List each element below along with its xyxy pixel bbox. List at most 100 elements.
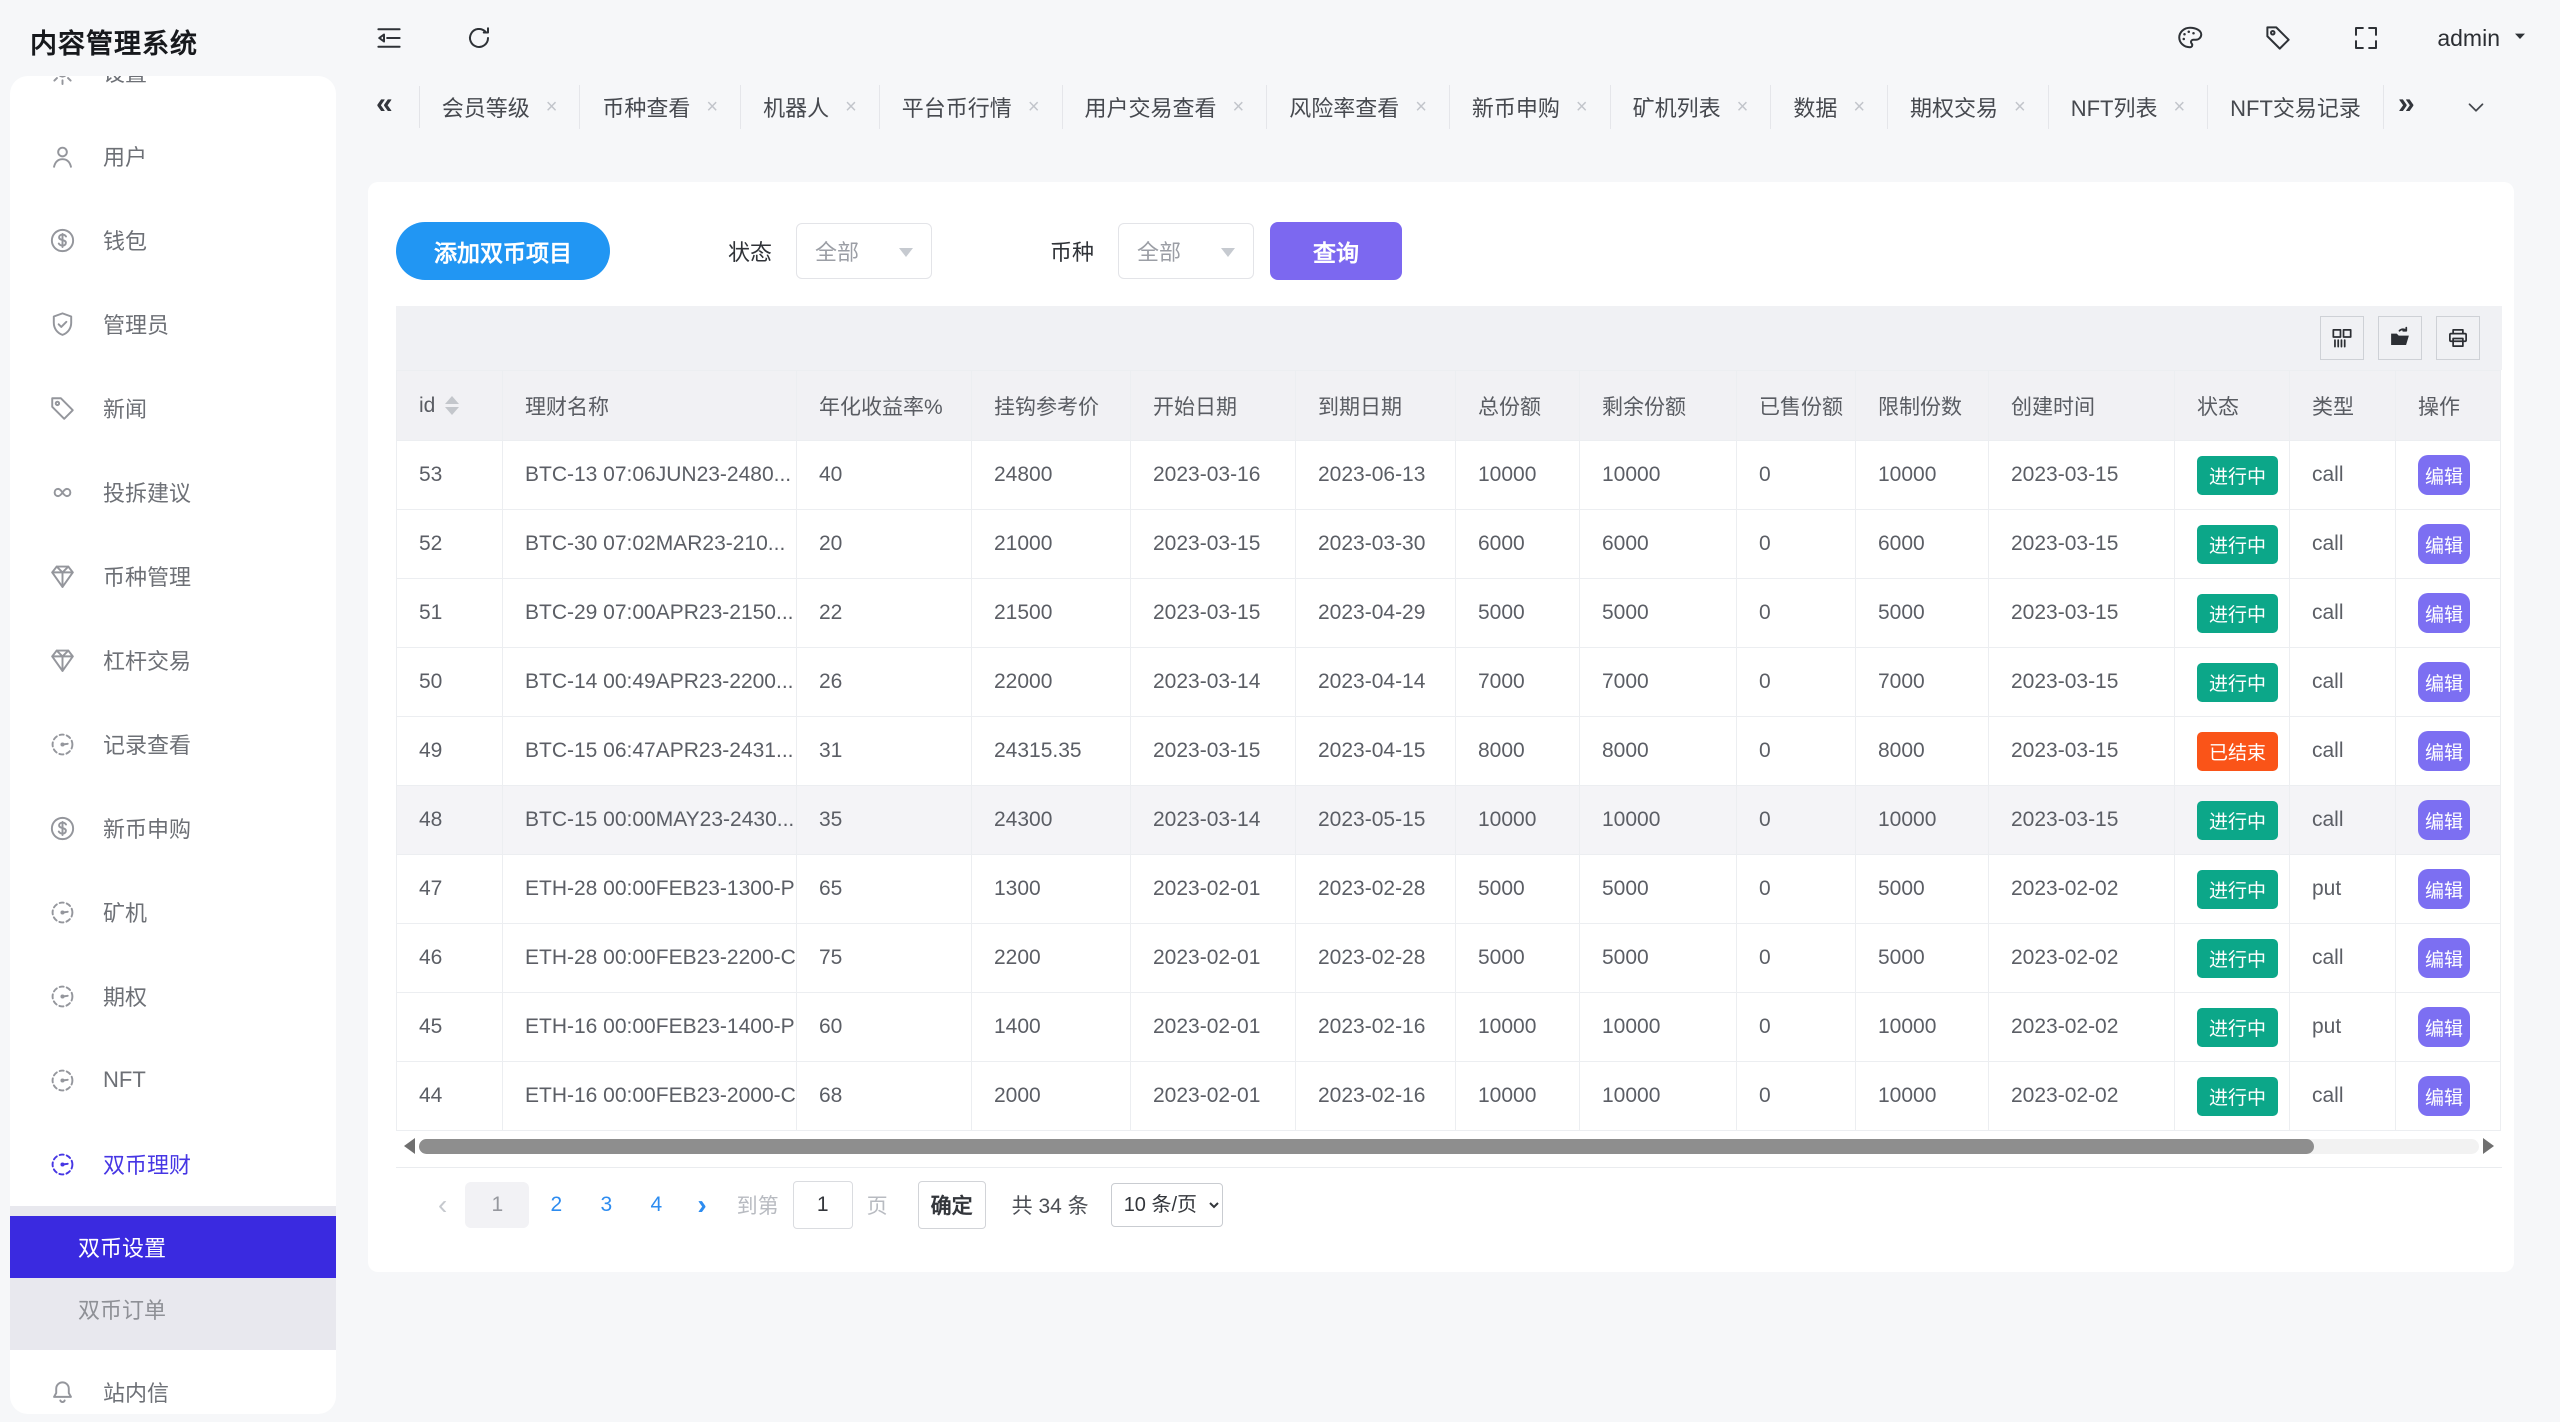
sidebar-item-suggestions[interactable]: 投拆建议 (10, 450, 336, 534)
tab-coin-view[interactable]: 币种查看× (580, 85, 741, 129)
per-page-select[interactable]: 10 条/页 (1111, 1183, 1223, 1227)
close-icon[interactable]: × (1853, 96, 1865, 119)
close-icon[interactable]: × (546, 96, 558, 119)
user-menu[interactable]: admin (2437, 25, 2530, 52)
page-number-4[interactable]: 4 (633, 1182, 679, 1228)
cell-price: 1300 (972, 855, 1131, 924)
edit-button[interactable]: 编辑 (2418, 662, 2470, 702)
sidebar-item-users[interactable]: 用户 (10, 114, 336, 198)
tab-data[interactable]: 数据 × (1771, 85, 1888, 129)
cell-start: 2023-03-15 (1131, 717, 1296, 786)
sidebar-item-new-coin[interactable]: 新币申购 (10, 786, 336, 870)
sidebar-item-label: 投拆建议 (103, 476, 191, 508)
close-icon[interactable]: × (1576, 96, 1588, 119)
sidebar-item-records[interactable]: 记录查看 (10, 702, 336, 786)
fullscreen-icon[interactable] (2349, 21, 2383, 55)
page-number-1[interactable]: 1 (465, 1182, 529, 1228)
cell-created: 2023-03-15 (1989, 648, 2175, 717)
edit-button[interactable]: 编辑 (2418, 869, 2470, 909)
sort-icon[interactable] (445, 396, 459, 415)
close-icon[interactable]: × (845, 96, 857, 119)
cell-start: 2023-03-14 (1131, 786, 1296, 855)
sidebar-item-margin-trade[interactable]: 杠杆交易 (10, 618, 336, 702)
sidebar-item-dual-currency[interactable]: 双币理财 (10, 1122, 336, 1206)
edit-button[interactable]: 编辑 (2418, 800, 2470, 840)
close-icon[interactable]: × (2173, 96, 2185, 119)
prev-page-icon[interactable]: ‹ (422, 1189, 463, 1221)
edit-button[interactable]: 编辑 (2418, 731, 2470, 771)
search-button[interactable]: 查询 (1270, 222, 1402, 280)
sidebar-item-wallet[interactable]: 钱包 (10, 198, 336, 282)
tab-robot[interactable]: 机器人× (741, 85, 880, 129)
cell-id: 49 (397, 717, 503, 786)
tab-nft-trade-records[interactable]: NFT交易记录 (2208, 85, 2384, 129)
tab-member-level[interactable]: 会员等级× (420, 85, 581, 129)
sidebar-item-site-mail[interactable]: 站内信 (10, 1350, 336, 1414)
edit-button[interactable]: 编辑 (2418, 1007, 2470, 1047)
sidebar-item-options[interactable]: 期权 (10, 954, 336, 1038)
collapse-sidebar-icon[interactable] (372, 21, 406, 55)
tab-risk-rate-view[interactable]: 风险率查看× (1267, 85, 1450, 129)
sidebar-item-settings[interactable]: 设置 (10, 76, 336, 114)
sidebar-item-admins[interactable]: 管理员 (10, 282, 336, 366)
sidebar-item-nft[interactable]: NFT (10, 1038, 336, 1122)
tabs-scroll-left-icon[interactable]: « (368, 86, 420, 128)
tab-nft-list[interactable]: NFT列表× (2049, 85, 2208, 129)
coin-select[interactable]: 全部 (1118, 223, 1254, 279)
app-title: 内容管理系统 (30, 22, 198, 61)
tab-miner-list[interactable]: 矿机列表× (1611, 85, 1772, 129)
edit-button[interactable]: 编辑 (2418, 938, 2470, 978)
theme-palette-icon[interactable] (2173, 21, 2207, 55)
scrollbar-thumb[interactable] (419, 1139, 2314, 1154)
sidebar-item-coin-manage[interactable]: 币种管理 (10, 534, 336, 618)
next-page-icon[interactable]: › (681, 1189, 722, 1221)
sidebar-subitem-dual-settings[interactable]: 双币设置 (10, 1216, 336, 1278)
page-input[interactable] (793, 1181, 853, 1229)
edit-button[interactable]: 编辑 (2418, 455, 2470, 495)
tabs-dropdown-icon[interactable] (2463, 94, 2489, 120)
cell-name: BTC-13 07:06JUN23-2480... (503, 441, 797, 510)
columns-config-icon[interactable] (2320, 316, 2364, 360)
edit-button[interactable]: 编辑 (2418, 1076, 2470, 1116)
sidebar-item-news[interactable]: 新闻 (10, 366, 336, 450)
tab-label: 数据 (1793, 91, 1837, 123)
refresh-icon[interactable] (462, 21, 496, 55)
close-icon[interactable]: × (1233, 96, 1245, 119)
cell-created: 2023-03-15 (1989, 441, 2175, 510)
cell-end: 2023-04-14 (1296, 648, 1456, 717)
table-row: 48BTC-15 00:00MAY23-2430...35243002023-0… (397, 786, 2501, 855)
cell-rate: 60 (797, 993, 972, 1062)
cell-limit: 10000 (1856, 441, 1989, 510)
scrollbar-track[interactable] (419, 1139, 2479, 1154)
cell-sold: 0 (1737, 855, 1856, 924)
close-icon[interactable]: × (1028, 96, 1040, 119)
add-dual-project-button[interactable]: 添加双币项目 (396, 222, 610, 280)
tab-label: 新币申购 (1472, 91, 1560, 123)
export-icon[interactable] (2378, 316, 2422, 360)
page-number-3[interactable]: 3 (583, 1182, 629, 1228)
confirm-page-button[interactable]: 确定 (918, 1181, 986, 1229)
sidebar-subitem-dual-orders[interactable]: 双币订单 (10, 1278, 336, 1340)
close-icon[interactable]: × (1415, 96, 1427, 119)
page-number-2[interactable]: 2 (533, 1182, 579, 1228)
close-icon[interactable]: × (2014, 96, 2026, 119)
edit-button[interactable]: 编辑 (2418, 593, 2470, 633)
status-select[interactable]: 全部 (796, 223, 932, 279)
close-icon[interactable]: × (1737, 96, 1749, 119)
tabs-scroll-right-icon[interactable]: » (2398, 87, 2415, 127)
tab-platform-coin-quote[interactable]: 平台币行情× (880, 85, 1063, 129)
cell-status: 进行中 (2175, 579, 2290, 648)
cell-end: 2023-06-13 (1296, 441, 1456, 510)
cell-rate: 26 (797, 648, 972, 717)
tab-user-trade-view[interactable]: 用户交易查看× (1063, 85, 1268, 129)
scroll-left-arrow-icon[interactable] (396, 1138, 415, 1154)
cell-remain: 5000 (1580, 855, 1737, 924)
close-icon[interactable]: × (706, 96, 718, 119)
print-icon[interactable] (2436, 316, 2480, 360)
sidebar-item-miner[interactable]: 矿机 (10, 870, 336, 954)
edit-button[interactable]: 编辑 (2418, 524, 2470, 564)
scroll-right-arrow-icon[interactable] (2483, 1138, 2502, 1154)
tab-options-trade[interactable]: 期权交易× (1888, 85, 2049, 129)
tag-icon[interactable] (2261, 21, 2295, 55)
tab-new-coin-subscribe[interactable]: 新币申购 × (1450, 85, 1611, 129)
